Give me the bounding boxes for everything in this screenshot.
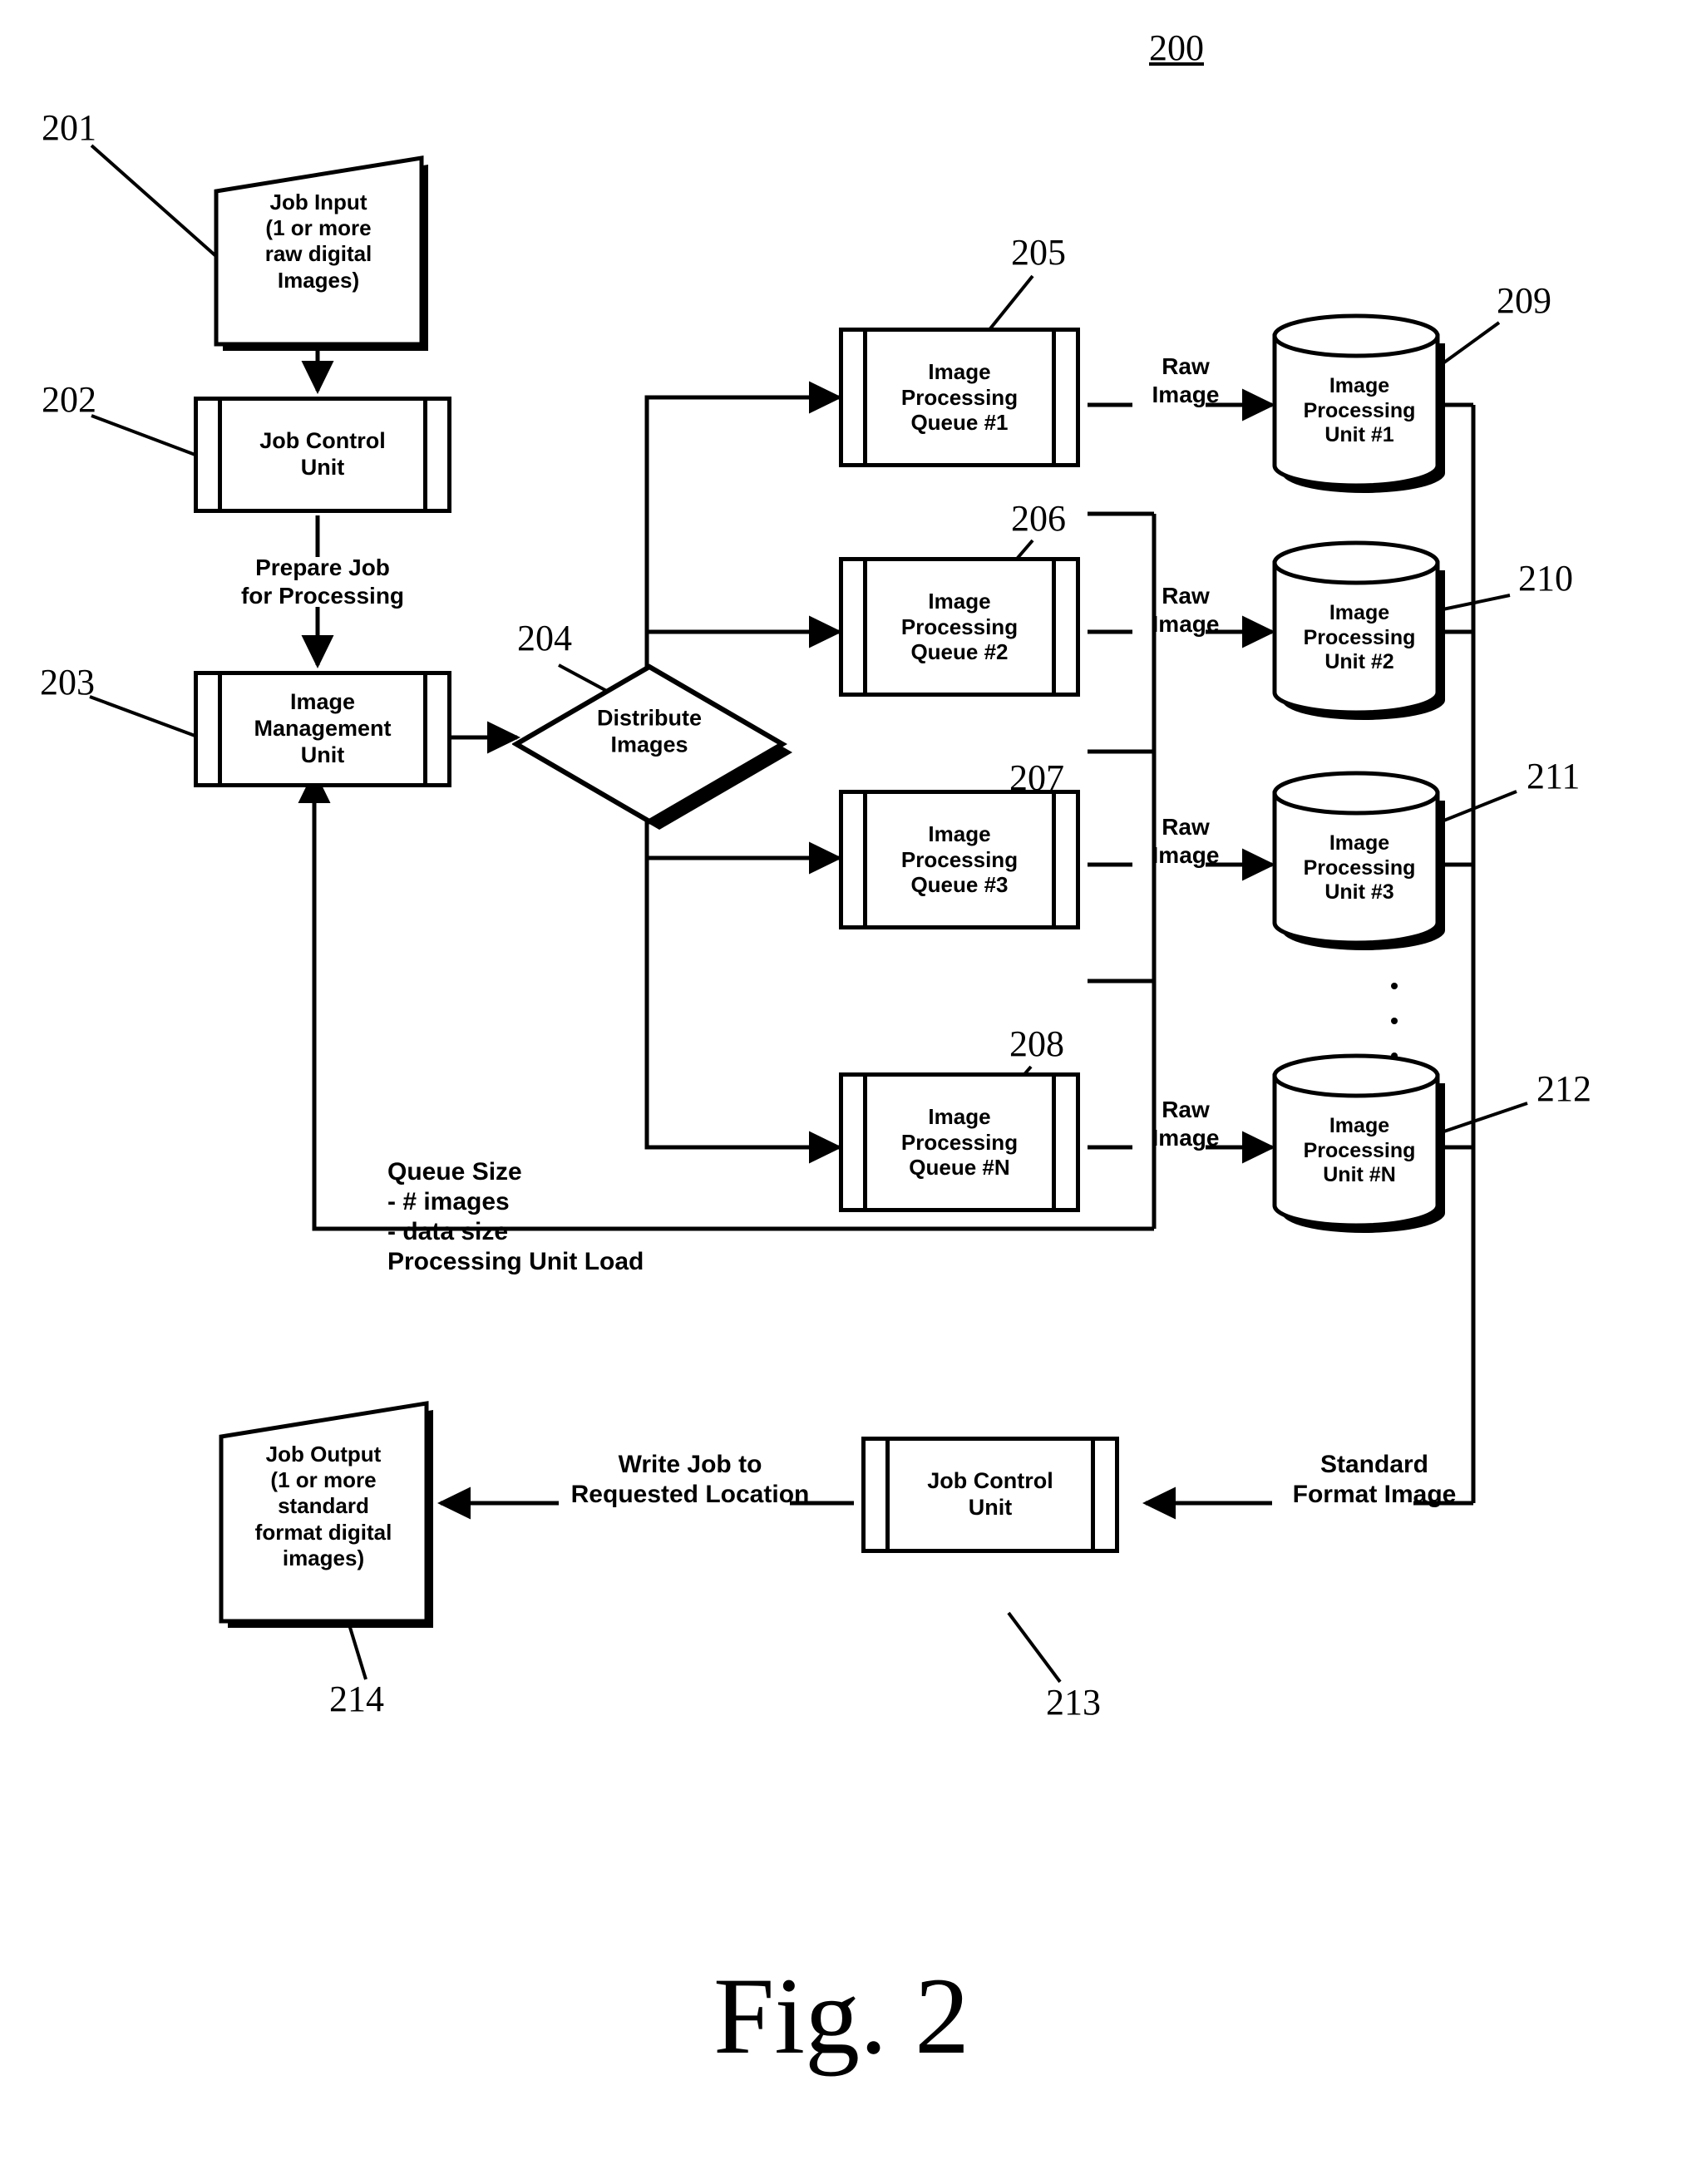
- raw-image-label-3: Raw Image: [1152, 814, 1220, 868]
- distribute-images-line-1: Distribute: [596, 705, 702, 731]
- job-output-document[interactable]: Job Output (1 or more standard format di…: [215, 1393, 433, 1628]
- ref-208: 208: [1009, 1023, 1064, 1064]
- unit-1-line-3: Unit #1: [1324, 423, 1394, 447]
- queue-2-line-1: Image: [928, 588, 991, 614]
- job-input-line-4: Images): [277, 267, 360, 293]
- ref-205: 205: [1011, 232, 1066, 273]
- ref-210: 210: [1518, 558, 1573, 599]
- raw-image-label-1: Raw Image: [1152, 353, 1220, 407]
- image-management-unit-line-1: Image: [289, 689, 356, 715]
- unit-1-line-1: Image: [1329, 374, 1390, 398]
- unit-2-line-3: Unit #2: [1324, 650, 1394, 674]
- standard-format-image-label: Standard Format Image: [1292, 1451, 1457, 1508]
- raw-image-label-n: Raw Image: [1152, 1097, 1220, 1151]
- raw-image-label-2: Raw Image: [1152, 583, 1220, 637]
- write-job-label: Write Job to Requested Location: [570, 1451, 810, 1508]
- unit-3-line-1: Image: [1329, 831, 1390, 855]
- job-input-document[interactable]: Job Input (1 or more raw digital Images): [210, 148, 428, 351]
- job-output-line-1: Job Output: [265, 1442, 382, 1467]
- unit-2-line-2: Processing: [1303, 625, 1416, 649]
- ref-214: 214: [329, 1679, 384, 1719]
- image-processing-unit-2[interactable]: Image Processing Unit #2: [1272, 536, 1447, 721]
- ref-212: 212: [1536, 1068, 1591, 1109]
- unit-1-line-2: Processing: [1303, 398, 1416, 422]
- job-input-line-2: (1 or more: [265, 215, 372, 241]
- figure-canvas: 200 Job Input (1 or more raw digital Ima…: [0, 0, 1682, 2184]
- ref-201: 201: [42, 107, 96, 148]
- image-processing-queue-2[interactable]: Image Processing Queue #2: [839, 557, 1080, 697]
- prepare-job-label: Prepare Job for Processing: [240, 555, 405, 609]
- job-control-unit-top-line-2: Unit: [300, 455, 345, 480]
- vertical-ellipsis-dot-2: [1391, 1018, 1398, 1024]
- job-control-unit-bottom-line-2: Unit: [968, 1495, 1013, 1520]
- queue-1-line-2: Processing: [900, 384, 1019, 410]
- image-processing-unit-n[interactable]: Image Processing Unit #N: [1272, 1049, 1447, 1234]
- queue-1-line-1: Image: [928, 358, 991, 384]
- ref-206: 206: [1011, 498, 1066, 539]
- unit-n-line-2: Processing: [1303, 1138, 1416, 1162]
- queue-3-line-3: Queue #3: [910, 872, 1009, 898]
- distribute-images-line-2: Images: [610, 732, 688, 757]
- distribute-images-decision[interactable]: Distribute Images: [512, 657, 792, 830]
- queue-n-line-2: Processing: [900, 1129, 1019, 1155]
- job-control-unit-top-line-1: Job Control: [259, 428, 386, 454]
- ref-203: 203: [40, 662, 95, 703]
- ref-204: 204: [517, 618, 572, 658]
- ref-213: 213: [1046, 1682, 1101, 1723]
- image-management-unit[interactable]: Image Management Unit: [194, 671, 451, 787]
- image-management-unit-line-3: Unit: [300, 742, 345, 767]
- ref-211: 211: [1527, 756, 1581, 796]
- job-output-line-5: images): [282, 1545, 365, 1570]
- queue-size-feedback-label: Queue Size - # images - data size Proces…: [387, 1158, 644, 1275]
- job-output-line-3: standard: [278, 1493, 369, 1519]
- image-processing-unit-1[interactable]: Image Processing Unit #1: [1272, 309, 1447, 494]
- image-processing-queue-n[interactable]: Image Processing Queue #N: [839, 1072, 1080, 1212]
- unit-n-line-3: Unit #N: [1323, 1163, 1396, 1187]
- image-management-unit-line-2: Management: [254, 716, 392, 742]
- vertical-ellipsis-dot-1: [1391, 983, 1398, 989]
- image-processing-queue-3[interactable]: Image Processing Queue #3: [839, 790, 1080, 929]
- ref-209: 209: [1497, 280, 1551, 321]
- figure-number: 200: [1149, 27, 1204, 68]
- job-control-unit-top[interactable]: Job Control Unit: [194, 397, 451, 513]
- image-processing-unit-3[interactable]: Image Processing Unit #3: [1272, 767, 1447, 951]
- figure-caption: Fig. 2: [713, 1955, 970, 2077]
- queue-3-line-2: Processing: [900, 846, 1019, 872]
- job-input-line-3: raw digital: [264, 241, 372, 267]
- unit-2-line-1: Image: [1329, 601, 1390, 625]
- job-input-line-1: Job Input: [269, 190, 367, 214]
- unit-3-line-3: Unit #3: [1324, 880, 1394, 905]
- job-output-line-4: format digital: [254, 1519, 392, 1545]
- image-processing-queue-1[interactable]: Image Processing Queue #1: [839, 328, 1080, 467]
- ref-202: 202: [42, 379, 96, 420]
- job-control-unit-bottom-line-1: Job Control: [927, 1468, 1053, 1494]
- job-output-line-2: (1 or more: [270, 1467, 377, 1493]
- queue-1-line-3: Queue #1: [910, 410, 1009, 436]
- unit-3-line-2: Processing: [1303, 855, 1416, 880]
- queue-n-line-3: Queue #N: [909, 1155, 1010, 1181]
- queue-2-line-2: Processing: [900, 614, 1019, 639]
- unit-n-line-1: Image: [1329, 1114, 1390, 1138]
- queue-2-line-3: Queue #2: [910, 639, 1009, 665]
- queue-n-line-1: Image: [928, 1103, 991, 1129]
- job-control-unit-bottom[interactable]: Job Control Unit: [861, 1437, 1119, 1553]
- ref-207: 207: [1009, 757, 1064, 798]
- queue-3-line-1: Image: [928, 821, 991, 846]
